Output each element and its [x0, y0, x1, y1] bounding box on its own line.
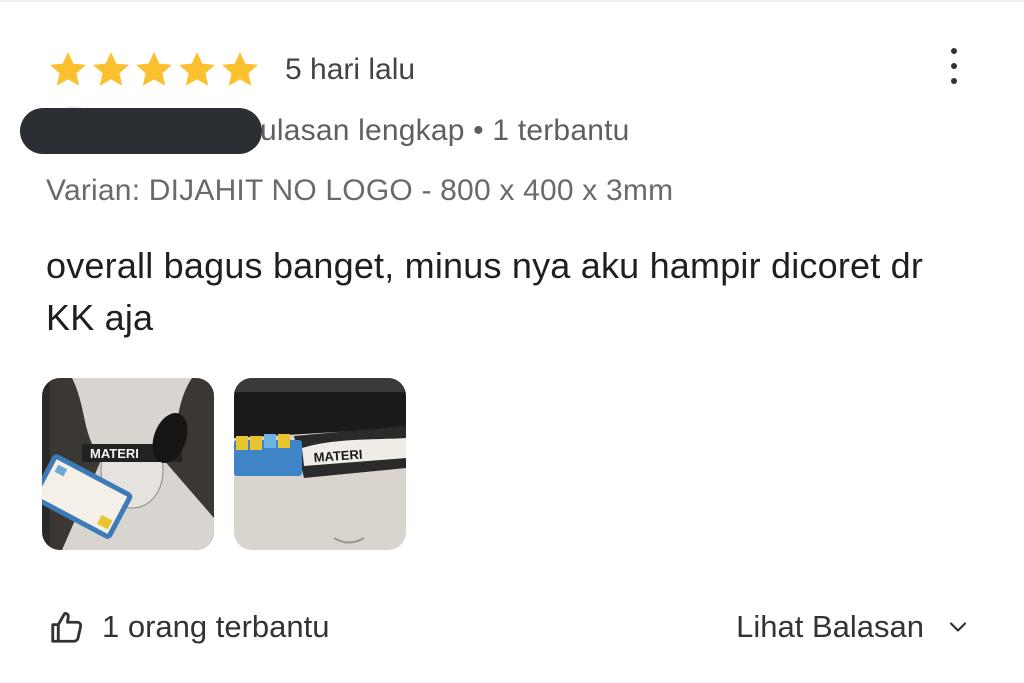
helpful-button[interactable]: 1 orang terbantu: [48, 604, 330, 650]
helpful-count: 1 orang terbantu: [102, 609, 330, 644]
photo-print-text: MATERI: [90, 446, 139, 461]
review-card: 5 hari lalu ulasan lengkap • 1 terbantu …: [0, 0, 1024, 683]
reviewer-meta: ulasan lengkap • 1 terbantu: [260, 114, 630, 147]
star-icon: [222, 52, 258, 86]
view-replies-button[interactable]: Lihat Balasan: [736, 604, 970, 650]
review-photos: MATERI MATERI: [42, 378, 406, 550]
view-replies-label: Lihat Balasan: [736, 609, 924, 644]
star-icon: [93, 52, 129, 86]
star-rating: [46, 48, 261, 92]
review-photo[interactable]: MATERI: [234, 378, 406, 550]
star-icon: [136, 52, 172, 86]
thumbs-up-icon: [51, 612, 83, 643]
more-vertical-icon-dot: [951, 78, 957, 84]
product-variant: Varian: DIJAHIT NO LOGO - 800 x 400 x 3m…: [46, 174, 674, 207]
more-options-button[interactable]: [936, 46, 972, 86]
reviewer-row: ulasan lengkap • 1 terbantu: [20, 106, 630, 156]
review-text: overall bagus banget, minus nya aku hamp…: [46, 245, 924, 338]
chevron-down-icon: [949, 622, 967, 632]
star-icon: [179, 52, 215, 86]
star-icon: [50, 52, 86, 86]
rating-row: 5 hari lalu: [46, 48, 415, 92]
redacted-username: [20, 108, 262, 154]
review-photo[interactable]: MATERI: [42, 378, 214, 550]
more-vertical-icon-dot: [951, 63, 957, 69]
more-vertical-icon: [951, 48, 957, 54]
review-timestamp: 5 hari lalu: [285, 53, 416, 86]
